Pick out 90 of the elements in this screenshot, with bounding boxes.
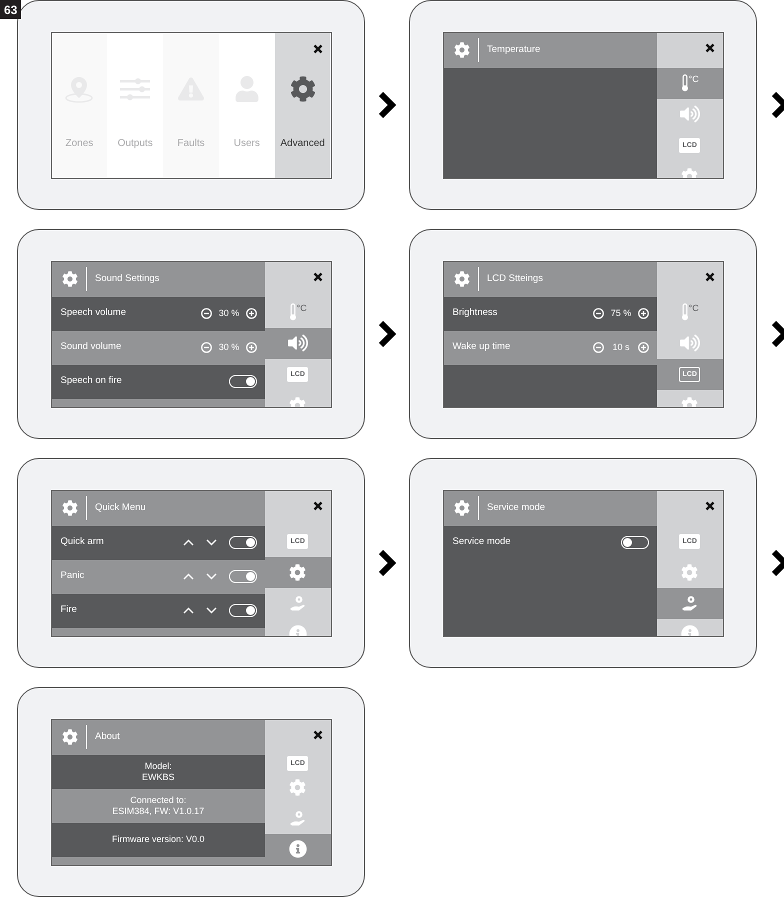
menu-tile[interactable]: Advanced xyxy=(274,32,330,178)
chevron-right-icon xyxy=(770,549,784,577)
speaker-icon xyxy=(680,333,700,353)
thermometer-icon xyxy=(680,303,689,321)
screen-title: Quick Menu xyxy=(95,500,146,515)
tile-label: Outputs xyxy=(118,136,153,150)
screen-title: Service mode xyxy=(487,500,546,515)
chevron-right-icon xyxy=(770,320,784,348)
sidebar-item[interactable] xyxy=(264,556,330,588)
tile-label: Zones xyxy=(66,136,94,150)
row-label: Speech volume xyxy=(60,306,126,320)
plus-circle-icon[interactable] xyxy=(638,308,649,319)
chevron-right-icon xyxy=(378,549,396,577)
thermometer-icon xyxy=(288,303,297,321)
close-icon[interactable] xyxy=(704,42,714,52)
info-text: Connected to: xyxy=(130,794,186,806)
sidebar-item[interactable] xyxy=(656,588,722,618)
screen-title: LCD Stteings xyxy=(487,272,543,286)
toggle-switch[interactable] xyxy=(228,604,257,617)
gear-icon xyxy=(62,271,78,287)
figure-label: 63 xyxy=(0,0,22,19)
plus-circle-icon[interactable] xyxy=(638,342,649,353)
row-label: Brightness xyxy=(452,306,498,320)
gear-icon xyxy=(454,42,470,58)
chevron-down-icon[interactable] xyxy=(206,573,217,580)
row-label: Sound volume xyxy=(60,340,122,354)
row-label: Panic xyxy=(60,569,84,584)
close-icon[interactable] xyxy=(704,500,714,510)
value-text: 30 % xyxy=(218,306,240,320)
gear-icon xyxy=(289,564,306,580)
hand-gear-icon xyxy=(288,810,307,826)
screen-title: Temperature xyxy=(487,42,540,57)
screen-title: Sound Settings xyxy=(95,272,160,286)
row-label: Wake up time xyxy=(452,340,510,354)
chevron-down-icon[interactable] xyxy=(206,607,217,614)
chevron-up-icon[interactable] xyxy=(182,573,194,580)
unit-label: °C xyxy=(688,74,699,84)
value-text: 75 % xyxy=(610,306,632,320)
chevron-up-icon[interactable] xyxy=(182,607,194,614)
info-text: EWKBS xyxy=(142,772,174,782)
gear-icon xyxy=(454,271,470,287)
gear-icon xyxy=(681,564,698,580)
minus-circle-icon[interactable] xyxy=(592,308,604,319)
gear-icon xyxy=(62,729,78,745)
row-label: Speech on fire xyxy=(60,374,122,388)
sidebar-item[interactable] xyxy=(264,834,330,864)
unit-label: °C xyxy=(688,303,699,313)
value-text: 10 s xyxy=(611,340,630,354)
chevron-down-icon[interactable] xyxy=(206,539,217,546)
info-icon xyxy=(288,840,307,858)
gear-icon xyxy=(62,500,78,516)
thermometer-icon xyxy=(680,74,689,92)
minus-circle-icon[interactable] xyxy=(592,342,604,353)
minus-circle-icon[interactable] xyxy=(200,308,212,319)
sidebar-item[interactable] xyxy=(264,328,330,358)
value-text: 30 % xyxy=(218,340,240,354)
chevron-up-icon[interactable] xyxy=(182,539,194,546)
plus-circle-icon[interactable] xyxy=(246,342,257,353)
row-label: Fire xyxy=(60,603,77,618)
chevron-right-icon xyxy=(378,320,396,348)
close-icon[interactable] xyxy=(704,272,714,282)
row-label: Quick arm xyxy=(60,535,104,550)
info-text: Firmware version: V0.0 xyxy=(112,834,204,845)
gear-icon[interactable] xyxy=(290,76,316,102)
info-text: Model: xyxy=(144,760,172,772)
chevron-right-icon xyxy=(378,91,396,119)
chevron-right-icon xyxy=(770,91,784,119)
tile-label: Users xyxy=(234,136,260,150)
tile-label: Faults xyxy=(177,136,205,150)
toggle-switch[interactable] xyxy=(228,570,257,583)
toggle-switch[interactable] xyxy=(620,536,649,549)
row-label: Service mode xyxy=(452,535,511,550)
gear-icon xyxy=(289,778,306,796)
close-icon[interactable] xyxy=(312,272,322,282)
gear-icon xyxy=(454,500,470,516)
hand-gear-icon xyxy=(680,594,699,612)
hand-gear-icon xyxy=(288,594,307,612)
minus-circle-icon[interactable] xyxy=(200,342,212,353)
toggle-switch[interactable] xyxy=(228,375,257,388)
close-icon[interactable] xyxy=(312,730,322,740)
speaker-icon xyxy=(288,333,308,353)
info-text: ESIM384, FW: V1.0.17 xyxy=(112,806,204,816)
speaker-icon xyxy=(680,104,700,124)
screen-title: About xyxy=(95,730,120,744)
close-icon[interactable] xyxy=(312,500,322,510)
unit-label: °C xyxy=(296,303,307,313)
plus-circle-icon[interactable] xyxy=(246,308,257,319)
toggle-switch[interactable] xyxy=(228,536,257,549)
close-icon[interactable] xyxy=(313,44,324,54)
tile-label: Advanced xyxy=(280,136,325,150)
